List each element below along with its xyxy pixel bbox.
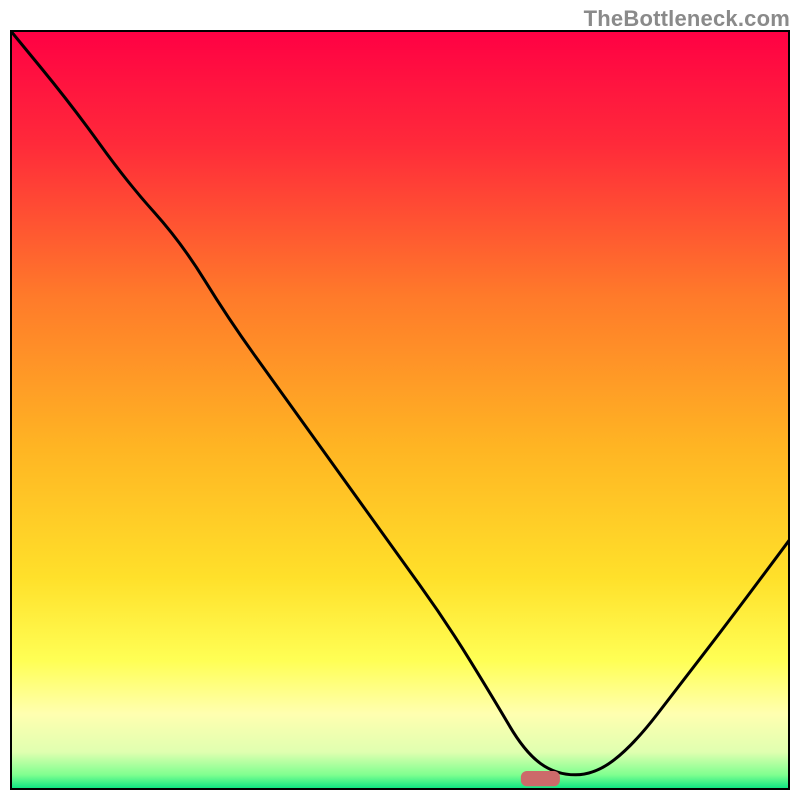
watermark-label: TheBottleneck.com [584, 6, 790, 32]
bottleneck-chart [10, 30, 790, 790]
plot-background [10, 30, 790, 790]
chart-container: TheBottleneck.com [0, 0, 800, 800]
optimal-marker [521, 771, 560, 786]
